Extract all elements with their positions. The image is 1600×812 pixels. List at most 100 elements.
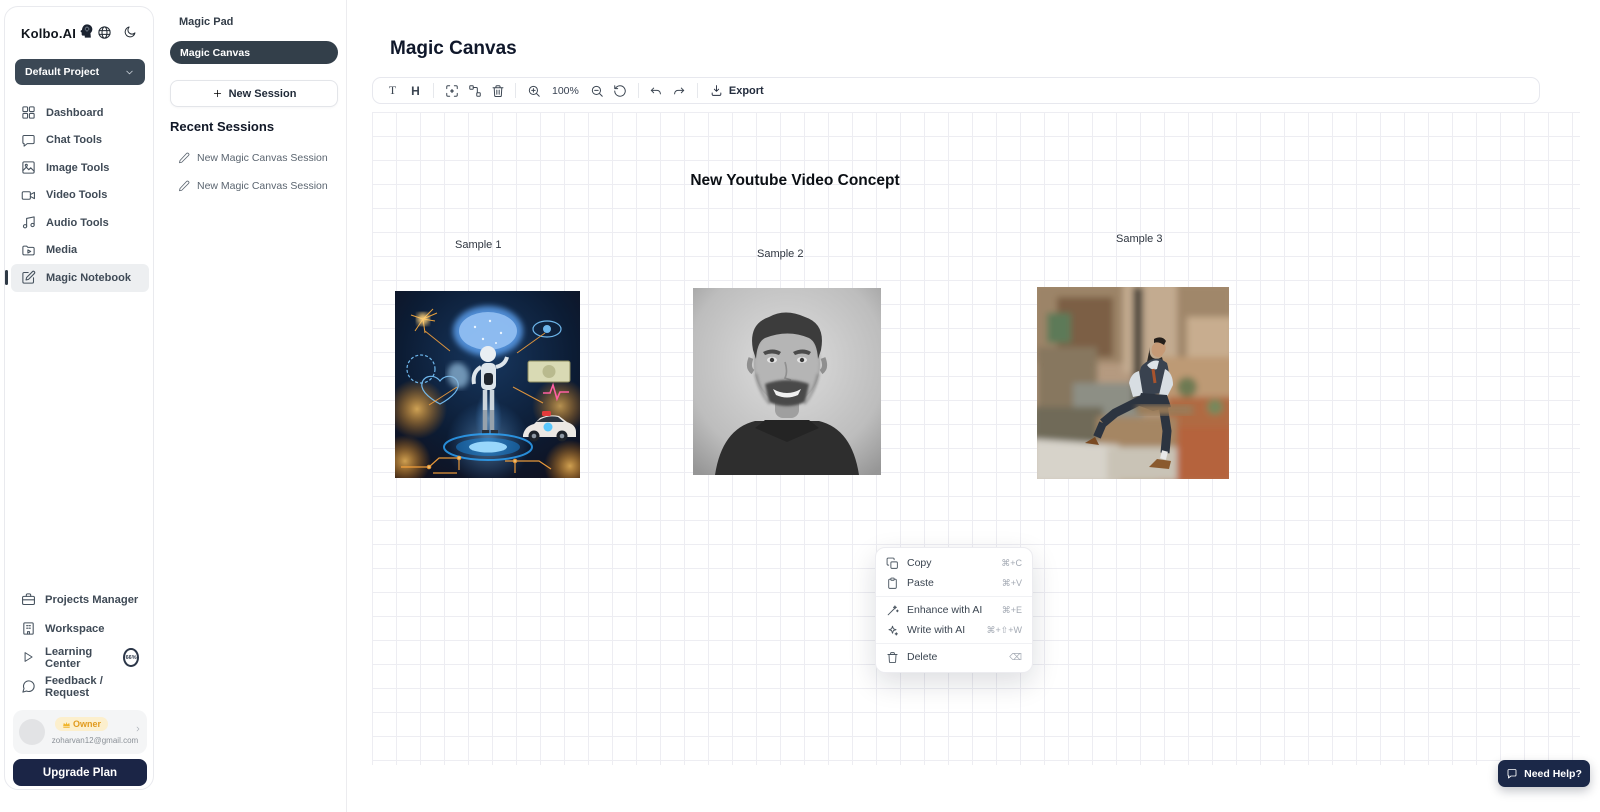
new-session-label: New Session (229, 88, 297, 100)
redo-icon (672, 84, 686, 98)
sidebar-item-label: Video Tools (46, 189, 107, 201)
project-selector[interactable]: Default Project (15, 59, 145, 85)
sidebar-item-learning-center[interactable]: Learning Center 66% (11, 643, 149, 672)
zoom-in-button[interactable] (522, 80, 545, 101)
context-menu-label: Delete (907, 651, 1001, 663)
canvas-image-ai-robot[interactable] (395, 291, 580, 478)
new-session-button[interactable]: New Session (170, 80, 338, 107)
sessions-panel: Magic Pad Magic Canvas New Session Recen… (155, 0, 347, 812)
sidebar-item-label: Dashboard (46, 107, 103, 119)
toolbar-divider (697, 83, 698, 98)
chevron-right-icon (134, 720, 142, 738)
context-menu-paste[interactable]: Paste ⌘+V (876, 573, 1032, 593)
sidebar-item-label: Learning Center (45, 646, 112, 670)
user-card[interactable]: Owner zoharvan12@gmail.com (13, 710, 147, 754)
copy-icon (886, 557, 899, 570)
sample-label[interactable]: Sample 2 (757, 248, 803, 260)
toolbar-divider (638, 83, 639, 98)
canvas-image-portrait[interactable] (693, 288, 881, 475)
play-icon (21, 650, 36, 665)
need-help-button[interactable]: Need Help? (1498, 760, 1590, 787)
context-menu-divider (876, 643, 1032, 644)
brand-brain-icon (79, 23, 95, 44)
context-menu-copy[interactable]: Copy ⌘+C (876, 553, 1032, 573)
dark-mode-moon-icon[interactable] (121, 23, 139, 41)
app-window: Kolbo.AI Default Project Dashboard Chat … (0, 0, 1600, 812)
magic-wand-icon (886, 604, 899, 617)
sidebar-item-video-tools[interactable]: Video Tools (11, 182, 149, 210)
canvas-image-ruins[interactable] (1037, 287, 1229, 479)
sidebar-item-label: Projects Manager (45, 594, 138, 606)
sidebar-item-label: Audio Tools (46, 217, 109, 229)
reset-view-button[interactable] (609, 80, 632, 101)
sidebar-item-image-tools[interactable]: Image Tools (11, 154, 149, 182)
sidebar-item-label: Workspace (45, 623, 105, 635)
recent-sessions-heading: Recent Sessions (170, 119, 274, 134)
sidebar-item-dashboard[interactable]: Dashboard (11, 99, 149, 127)
connector-tool-button[interactable] (463, 80, 486, 101)
context-menu-enhance-with-ai[interactable]: Enhance with AI ⌘+E (876, 600, 1032, 620)
sidebar-item-media[interactable]: Media (11, 237, 149, 265)
toolbar-divider (433, 83, 434, 98)
zoom-out-button[interactable] (586, 80, 609, 101)
context-menu-shortcut: ⌘+V (1002, 578, 1022, 589)
upgrade-plan-button[interactable]: Upgrade Plan (13, 759, 147, 786)
delete-tool-button[interactable] (486, 80, 509, 101)
building-icon (21, 621, 36, 636)
context-menu-divider (876, 596, 1032, 597)
sidebar-item-workspace[interactable]: Workspace (11, 614, 149, 643)
heading-tool-button[interactable]: H (404, 80, 427, 101)
sample-label[interactable]: Sample 1 (455, 239, 501, 251)
feedback-bubble-icon (21, 679, 36, 694)
nav-magic-canvas-label: Magic Canvas (180, 47, 250, 59)
connector-icon (468, 84, 482, 98)
text-tool-glyph: T (389, 83, 396, 98)
trash-icon (886, 651, 899, 664)
sidebar-item-audio-tools[interactable]: Audio Tools (11, 209, 149, 237)
user-email: zoharvan12@gmail.com (45, 736, 145, 745)
owner-badge: Owner (55, 717, 108, 731)
briefcase-icon (21, 592, 36, 607)
context-menu-write-with-ai[interactable]: Write with AI ⌘+⇧+W (876, 620, 1032, 640)
sidebar-item-feedback[interactable]: Feedback / Request (11, 672, 149, 701)
clipboard-icon (886, 577, 899, 590)
sidebar: Kolbo.AI Default Project Dashboard Chat … (4, 6, 154, 790)
sidebar-nav: Dashboard Chat Tools Image Tools Video T… (11, 99, 149, 292)
sidebar-item-label: Feedback / Request (45, 675, 139, 699)
redo-button[interactable] (668, 80, 691, 101)
session-item[interactable]: New Magic Canvas Session (178, 150, 338, 166)
context-menu-delete[interactable]: Delete ⌫ (876, 647, 1032, 667)
canvas-toolbar: T H 100% Export (372, 77, 1540, 104)
avatar (19, 719, 45, 745)
context-menu-label: Copy (907, 557, 993, 569)
export-button[interactable]: Export (704, 84, 770, 97)
language-globe-icon[interactable] (95, 23, 113, 41)
context-menu-shortcut: ⌘+E (1002, 605, 1022, 616)
project-selector-label: Default Project (25, 66, 124, 78)
select-area-button[interactable] (440, 80, 463, 101)
sidebar-item-label: Media (46, 244, 77, 256)
undo-icon (649, 84, 663, 98)
session-item[interactable]: New Magic Canvas Session (178, 178, 338, 194)
context-menu-shortcut: ⌫ (1009, 652, 1022, 663)
context-menu-label: Write with AI (907, 624, 978, 636)
context-menu-label: Paste (907, 577, 994, 589)
sidebar-item-projects-manager[interactable]: Projects Manager (11, 585, 149, 614)
chat-bubble-icon (1506, 768, 1518, 780)
sidebar-item-magic-notebook[interactable]: Magic Notebook (11, 264, 149, 292)
image-icon (21, 160, 36, 175)
canvas-heading[interactable]: New Youtube Video Concept (600, 172, 990, 190)
session-item-label: New Magic Canvas Session (197, 152, 328, 164)
text-tool-button[interactable]: T (381, 80, 404, 101)
nav-magic-pad[interactable]: Magic Pad (179, 16, 233, 28)
zoom-level: 100% (552, 85, 579, 97)
sidebar-item-label: Magic Notebook (46, 272, 131, 284)
sample-label[interactable]: Sample 3 (1116, 233, 1162, 245)
learning-progress-badge: 66% (123, 648, 139, 667)
download-icon (710, 84, 723, 97)
sidebar-item-chat-tools[interactable]: Chat Tools (11, 127, 149, 155)
nav-magic-canvas[interactable]: Magic Canvas (170, 41, 338, 64)
video-icon (21, 188, 36, 203)
chevron-down-icon (124, 67, 135, 78)
undo-button[interactable] (645, 80, 668, 101)
